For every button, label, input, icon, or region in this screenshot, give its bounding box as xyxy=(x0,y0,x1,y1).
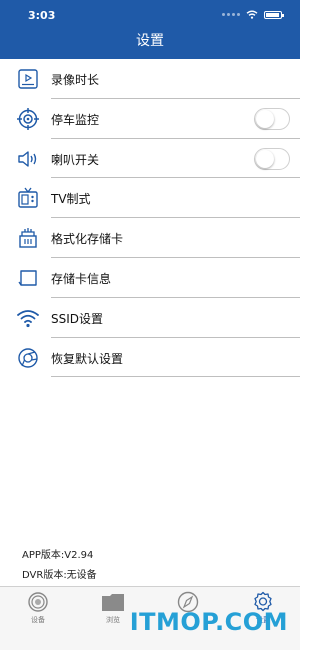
speaker-toggle[interactable] xyxy=(254,147,290,170)
sd-card-icon xyxy=(18,270,37,286)
menu-item-record-duration[interactable]: 录像时长 xyxy=(0,59,300,99)
menu-item-label: 格式化存储卡 xyxy=(51,232,124,247)
settings-list: 录像时长 停车监控 喇叭开关 TV制式 格式化存储卡 存储卡信息 SSID设置 … xyxy=(0,59,300,378)
menu-item-speaker-switch[interactable]: 喇叭开关 xyxy=(0,139,300,179)
menu-item-label: 录像时长 xyxy=(51,73,100,87)
menu-item-label: SSID设置 xyxy=(51,311,104,326)
battery-icon xyxy=(264,10,284,19)
menu-item-format-card[interactable]: 格式化存储卡 xyxy=(0,218,300,258)
format-card-icon xyxy=(19,228,37,248)
menu-item-label: 存储卡信息 xyxy=(51,271,112,286)
parking-monitor-toggle[interactable] xyxy=(254,107,290,130)
app-header: 3:03 设置 xyxy=(0,0,300,59)
restore-icon xyxy=(18,347,38,368)
dvr-version: DVR版本:无设备 xyxy=(22,570,97,581)
signal-icon xyxy=(222,13,240,16)
menu-item-ssid[interactable]: SSID设置 xyxy=(0,298,300,338)
speaker-icon xyxy=(18,150,37,167)
watermark: ITMOP.COM xyxy=(129,608,288,636)
divider xyxy=(51,376,300,378)
page-title: 设置 xyxy=(136,33,164,49)
crosshair-target-icon xyxy=(17,107,39,130)
app-version: APP版本:V2.94 xyxy=(22,550,94,561)
video-duration-icon xyxy=(18,69,38,89)
menu-item-label: TV制式 xyxy=(51,192,91,207)
wifi-icon xyxy=(17,309,39,327)
status-icons xyxy=(222,10,284,19)
menu-item-label: 恢复默认设置 xyxy=(51,351,124,366)
tab-label: 设备 xyxy=(31,616,45,624)
toggle-knob xyxy=(256,109,274,128)
wifi-status-icon xyxy=(246,10,258,19)
folder-icon xyxy=(102,594,124,611)
menu-item-label: 喇叭开关 xyxy=(51,152,100,167)
toggle-knob xyxy=(256,149,274,168)
menu-item-parking-monitor[interactable]: 停车监控 xyxy=(0,99,300,139)
menu-item-tv-format[interactable]: TV制式 xyxy=(0,178,300,219)
tv-icon xyxy=(18,188,38,209)
tab-browse[interactable]: 浏览 xyxy=(93,591,133,625)
camera-lens-icon xyxy=(28,592,48,612)
status-time: 3:03 xyxy=(28,9,56,22)
tab-label: 浏览 xyxy=(106,616,120,624)
menu-item-restore-defaults[interactable]: 恢复默认设置 xyxy=(0,338,300,378)
menu-item-label: 停车监控 xyxy=(51,112,100,127)
tab-device[interactable]: 设备 xyxy=(18,591,58,625)
menu-item-card-info[interactable]: 存储卡信息 xyxy=(0,258,300,298)
status-bar: 3:03 xyxy=(0,0,300,24)
